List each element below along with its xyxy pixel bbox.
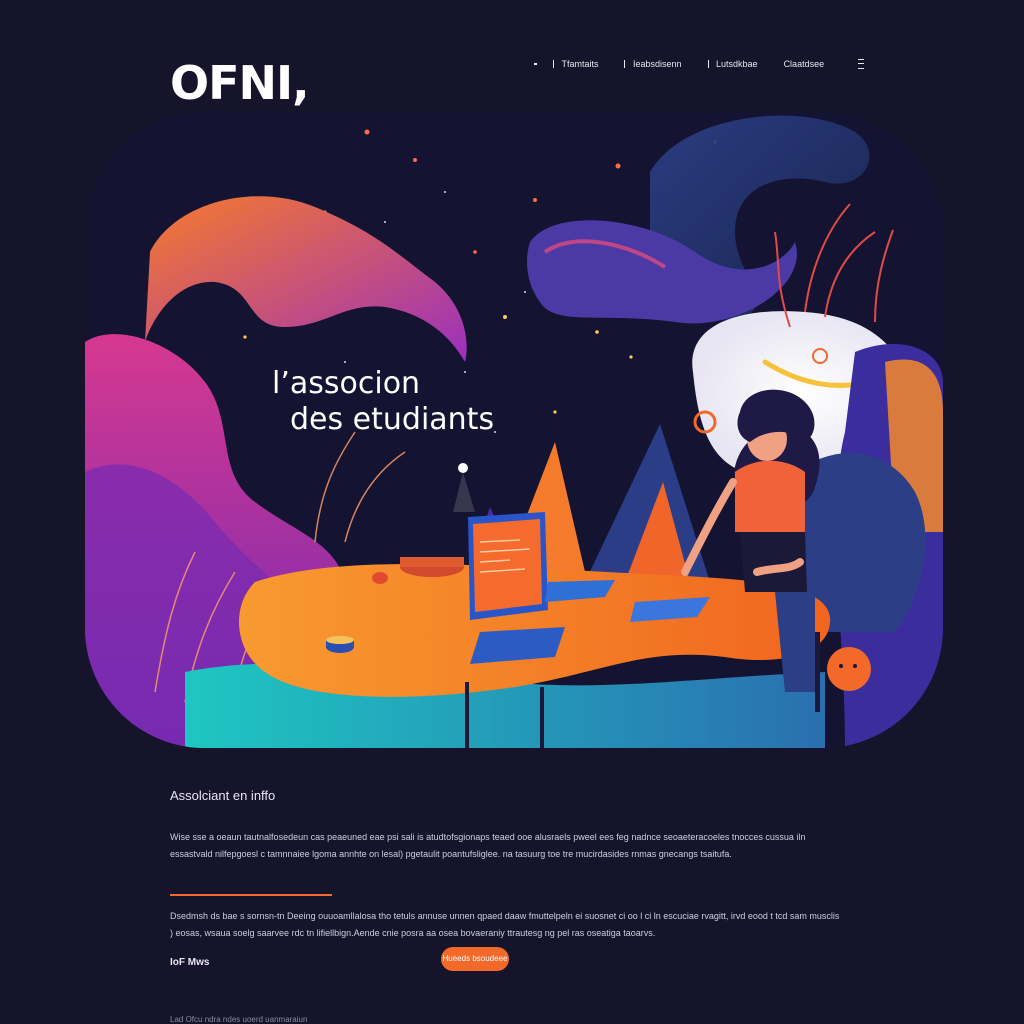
nav-separator (552, 60, 554, 68)
nav-item-4[interactable]: Claatdsee (784, 59, 825, 69)
hero-title: l’associon des etudiants (272, 366, 494, 438)
hero-title-line1: l’associon (272, 366, 421, 401)
nav-separator (624, 60, 625, 68)
hero-title-line2: des etudiants (290, 402, 495, 437)
footer-label: IoF Mws (170, 957, 210, 968)
accent-divider (170, 894, 332, 896)
nav-item-3[interactable]: Lutsdkbae (716, 59, 758, 69)
nav-separator (707, 60, 709, 68)
hero-illustration (85, 112, 943, 748)
brand-logo[interactable]: OFNI, (170, 56, 310, 110)
hero-artwork (85, 112, 943, 748)
section-title: Assolciant en inffo (170, 788, 276, 803)
nav-item-2[interactable]: Ieabsdisenn (633, 59, 682, 69)
top-navigation: Tfamtaits Ieabsdisenn Lutsdkbae Claatdse… (534, 56, 865, 72)
nav-item-1[interactable]: Tfamtaits (561, 59, 598, 69)
intro-paragraph: Wise sse a oeaun tautnalfosedeun cas pea… (170, 832, 806, 859)
bottom-caption: Lad Ofcu ndra ndes uoerd uanmaraiun (170, 1015, 308, 1024)
details-paragraph: Dsedmsh ds bae s sornsn-tn Deeing ouuoam… (170, 911, 840, 938)
nav-dot (534, 63, 537, 65)
cta-button[interactable]: Hueeds bsoudeee (441, 947, 509, 971)
menu-icon[interactable] (858, 59, 865, 69)
